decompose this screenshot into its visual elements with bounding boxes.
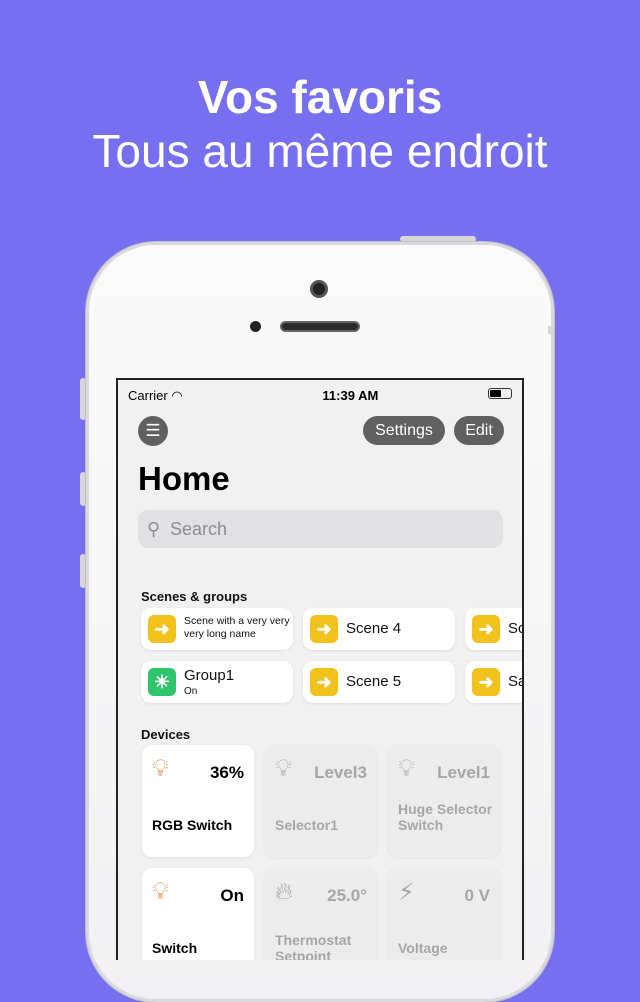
sensor (250, 321, 261, 332)
subheadline: Tous au même endroit (92, 125, 548, 177)
lightbulb-icon: 💡︎ (152, 755, 169, 782)
group-status: On (184, 686, 198, 697)
device-name: Selector1 (275, 817, 339, 833)
lightbulb-icon: 💡︎ (275, 755, 292, 782)
clock: 11:39 AM (322, 388, 379, 403)
device-name: Thermostat Setpoint (275, 932, 352, 960)
menu-button[interactable]: ☰ (138, 416, 168, 446)
hamburger-icon: ☰ (145, 421, 161, 440)
settings-button[interactable]: Settings (363, 416, 445, 445)
flame-icon: 🔥︎ (275, 878, 293, 905)
device-tile[interactable]: 💡︎ Level3 Selector1 (265, 745, 377, 857)
search-icon: ⚲ (147, 519, 161, 539)
wifi-icon: ◠ (171, 388, 183, 403)
group-tile[interactable]: ☀ Group1 On (141, 661, 293, 703)
device-name: Voltage (398, 940, 448, 956)
headline: Vos favoris (197, 71, 443, 123)
device-tile[interactable]: 🔥︎ 25.0° Thermostat Setpoint (265, 868, 377, 960)
arrow-right-icon: ➜ (310, 668, 338, 696)
search-placeholder: Search (170, 519, 228, 539)
device-value: 25.0° (327, 886, 367, 905)
arrow-right-icon: ➜ (148, 615, 176, 643)
app-screen: Carrier ◠ 11:39 AM ☰ Settings Edit Home … (116, 378, 524, 960)
device-name: Switch (152, 940, 198, 956)
device-value: On (220, 886, 244, 905)
earpiece-speaker (280, 321, 360, 332)
device-tile[interactable]: 💡︎ On Switch (142, 868, 254, 960)
device-name: Huge Selector Switch (398, 801, 493, 833)
scene-name: Sa (508, 673, 522, 690)
lightbulb-icon: 💡︎ (152, 878, 169, 905)
device-value: Level3 (314, 763, 367, 782)
device-value: 0 V (464, 886, 490, 905)
scene-tile[interactable]: ➜ Scene with a very very very long name (141, 608, 293, 650)
device-tile[interactable]: ⚡︎ 0 V Voltage (388, 868, 500, 960)
arrow-right-icon: ➜ (310, 615, 338, 643)
scene-name: Scene 4 (346, 620, 402, 637)
devices-heading: Devices (141, 727, 191, 742)
device-value: 36% (209, 763, 244, 782)
bolt-icon: ⚡︎ (398, 879, 415, 906)
group-name: Group1 (184, 667, 235, 684)
scene-tile[interactable]: ➜ Scene 5 (303, 661, 455, 703)
lightbulb-icon: 💡︎ (398, 755, 415, 782)
carrier: Carrier (128, 388, 168, 403)
arrow-right-icon: ➜ (472, 668, 500, 696)
search-input[interactable]: ⚲ Search (138, 510, 503, 548)
battery-icon (488, 388, 512, 399)
scene-name: Sc (508, 620, 524, 637)
edit-button[interactable]: Edit (454, 416, 504, 445)
device-value: Level1 (437, 763, 490, 782)
scenes-heading: Scenes & groups (141, 589, 248, 604)
status-bar: Carrier ◠ 11:39 AM (128, 388, 512, 404)
device-name: RGB Switch (152, 817, 233, 833)
scene-tile[interactable]: ➜ Sa (465, 661, 522, 703)
scene-tile[interactable]: ➜ Scene 4 (303, 608, 455, 650)
sun-icon: ☀ (148, 668, 176, 696)
device-tile[interactable]: 💡︎ Level1 Huge Selector Switch (388, 745, 500, 857)
phone-side (548, 326, 554, 334)
page-title: Home (138, 460, 230, 497)
scene-tile[interactable]: ➜ Sc (465, 608, 524, 650)
scene-name: Scene with a very very very long name (184, 615, 290, 640)
arrow-right-icon: ➜ (472, 615, 500, 643)
front-camera (310, 280, 328, 298)
scene-name: Scene 5 (346, 673, 402, 690)
device-tile[interactable]: 💡︎ 36% RGB Switch (142, 745, 254, 857)
